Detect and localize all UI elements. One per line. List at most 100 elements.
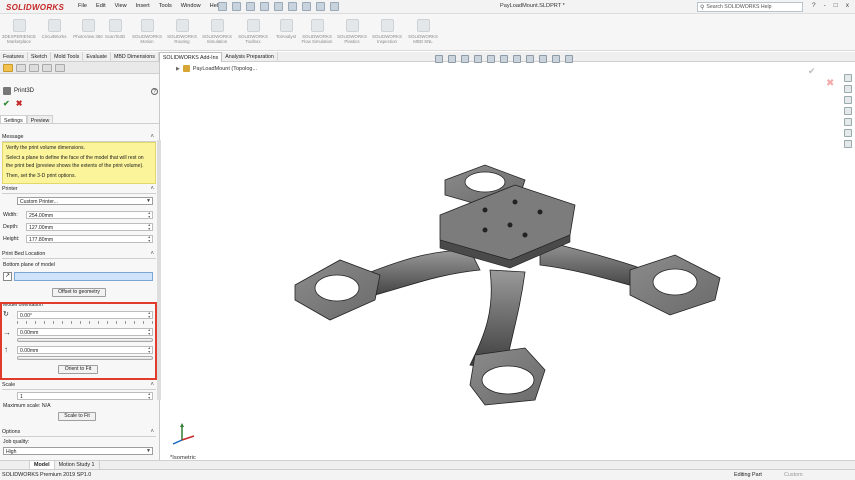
print-icon[interactable] [274,2,283,11]
ribbon-marketplace[interactable]: 3DEXPERIENCE Marketplace [2,19,36,45]
help-search[interactable]: ⚲ Search SOLIDWORKS Help [697,2,803,12]
height-field[interactable]: 177.80mm ▲ ▼ [26,235,153,243]
payload-mount-model[interactable] [280,160,730,410]
printer-select[interactable]: Custom Printer... ▼ [17,197,153,205]
search-input[interactable]: Search SOLIDWORKS Help [706,4,771,10]
design-library-icon[interactable] [844,85,852,93]
options-icon[interactable] [330,2,339,11]
maximize-icon[interactable]: □ [834,2,838,9]
zoom-to-fit-icon[interactable] [435,55,443,63]
configuration-manager-icon[interactable] [29,64,39,72]
tab-mbd-dimensions[interactable]: MBD Dimensions [111,52,159,62]
file-explorer-icon[interactable] [844,96,852,104]
minimize-icon[interactable]: - [824,2,826,9]
tab-evaluate[interactable]: Evaluate [83,52,111,62]
offset-to-geometry-button[interactable]: Offset to geometry [52,288,106,297]
tab-mold-tools[interactable]: Mold Tools [51,52,84,62]
scale-to-fit-button[interactable]: Scale to Fit [58,412,96,421]
spin-icon[interactable]: ▲ ▼ [148,235,151,243]
menu-view[interactable]: View [115,3,127,9]
chevron-up-icon[interactable]: ˄ [150,186,154,192]
chevron-up-icon[interactable]: ˄ [150,382,154,388]
property-manager-icon[interactable] [16,64,26,72]
rebuild-icon[interactable] [316,2,325,11]
previous-view-icon[interactable] [461,55,469,63]
tab-analysis-preparation[interactable]: Analysis Preparation [222,52,278,62]
display-manager-icon[interactable] [55,64,65,72]
solidworks-logo[interactable]: SOLIDWORKS [4,1,64,13]
confirm-check-icon[interactable]: ✔ [808,66,816,77]
zoom-to-area-icon[interactable] [448,55,456,63]
menu-edit[interactable]: Edit [96,3,106,9]
depth-field[interactable]: 127.00mm ▲ ▼ [26,223,153,231]
appearances-icon[interactable] [844,118,852,126]
ribbon-flow-simulation[interactable]: SOLIDWORKS Flow Simulation [301,19,333,45]
new-document-icon[interactable] [232,2,241,11]
units-status[interactable]: Custom [784,472,803,478]
chevron-up-icon[interactable]: ˄ [150,134,154,140]
tab-preview[interactable]: Preview [26,115,54,124]
ribbon-tolanalyst[interactable]: TolAnalyst [270,19,302,39]
print-bed-header[interactable]: Print Bed Location ˄ [2,251,156,259]
custom-properties-icon[interactable] [844,129,852,137]
edit-appearance-icon[interactable] [539,55,547,63]
menu-insert[interactable]: Insert [136,3,150,9]
ribbon-mbd-snl[interactable]: SOLIDWORKS MBD SNL [407,19,439,45]
spin-icon[interactable]: ▲ ▼ [148,223,151,231]
forum-icon[interactable] [844,140,852,148]
menu-file[interactable]: File [78,3,87,9]
cancel-x-icon[interactable]: ✖ [16,99,23,108]
close-icon[interactable]: x [846,2,849,9]
hide-show-items-icon[interactable] [526,55,534,63]
scale-header[interactable]: Scale ˄ [2,382,156,390]
apply-scene-icon[interactable] [552,55,560,63]
chevron-up-icon[interactable]: ˄ [150,429,154,435]
ok-check-icon[interactable]: ✔ [3,99,10,108]
section-view-icon[interactable] [474,55,482,63]
view-palette-icon[interactable] [844,107,852,115]
plane-selector-icon[interactable]: ↗ [3,272,12,281]
spin-icon[interactable]: ▲ ▼ [148,392,151,400]
ribbon-circuitworks[interactable]: CircuitWorks [38,19,70,39]
chevron-up-icon[interactable]: ˄ [150,251,154,257]
display-style-icon[interactable] [513,55,521,63]
ribbon-toolbox[interactable]: SOLIDWORKS Toolbox [237,19,269,45]
expand-arrow-icon[interactable]: ▶ [176,66,180,72]
tab-motion-study-1[interactable]: Motion Study 1 [55,461,100,469]
ribbon-scanto3d[interactable]: ScanTo3D [99,19,131,39]
menu-tools[interactable]: Tools [159,3,172,9]
dynamic-annotation-icon[interactable] [487,55,495,63]
pin-icon[interactable] [218,2,227,11]
dimxpert-icon[interactable] [42,64,52,72]
ribbon-plastics[interactable]: SOLIDWORKS Plastics [336,19,368,45]
tab-sketch[interactable]: Sketch [28,52,52,62]
select-icon[interactable] [302,2,311,11]
help-icon[interactable]: ? [151,88,158,95]
open-icon[interactable] [246,2,255,11]
confirm-cancel-icon[interactable]: ✖ [826,78,834,89]
ribbon-motion[interactable]: SOLIDWORKS Motion [131,19,163,45]
printer-header[interactable]: Printer ˄ [2,186,156,194]
help-dropdown-icon[interactable]: ? [812,2,816,9]
ribbon-inspection[interactable]: SOLIDWORKS Inspection [371,19,403,45]
spin-icon[interactable]: ▲ ▼ [148,211,151,219]
view-settings-icon[interactable] [565,55,573,63]
tab-features[interactable]: Features [0,52,28,62]
tab-model[interactable]: Model [30,461,55,469]
save-icon[interactable] [260,2,269,11]
solidworks-resources-icon[interactable] [844,74,852,82]
ribbon-routing[interactable]: SOLIDWORKS Routing [166,19,198,45]
bottom-plane-selection-box[interactable] [14,272,153,281]
job-quality-select[interactable]: High ▼ [3,447,153,455]
ribbon-simulation[interactable]: SOLIDWORKS Simulation [201,19,233,45]
undo-icon[interactable] [288,2,297,11]
feature-manager-icon[interactable] [3,64,13,72]
message-header[interactable]: Message ˄ [2,134,156,142]
width-field[interactable]: 254.00mm ▲ ▼ [26,211,153,219]
tab-solidworks-add-ins[interactable]: SOLIDWORKS Add-Ins [158,52,223,62]
tab-settings[interactable]: Settings [0,115,27,124]
scale-field[interactable]: 1 ▲ ▼ [17,392,153,400]
view-orientation-icon[interactable] [500,55,508,63]
menu-window[interactable]: Window [181,3,201,9]
flyout-tree-item[interactable]: ▶ PayLoadMount (Topolog... [176,65,257,72]
